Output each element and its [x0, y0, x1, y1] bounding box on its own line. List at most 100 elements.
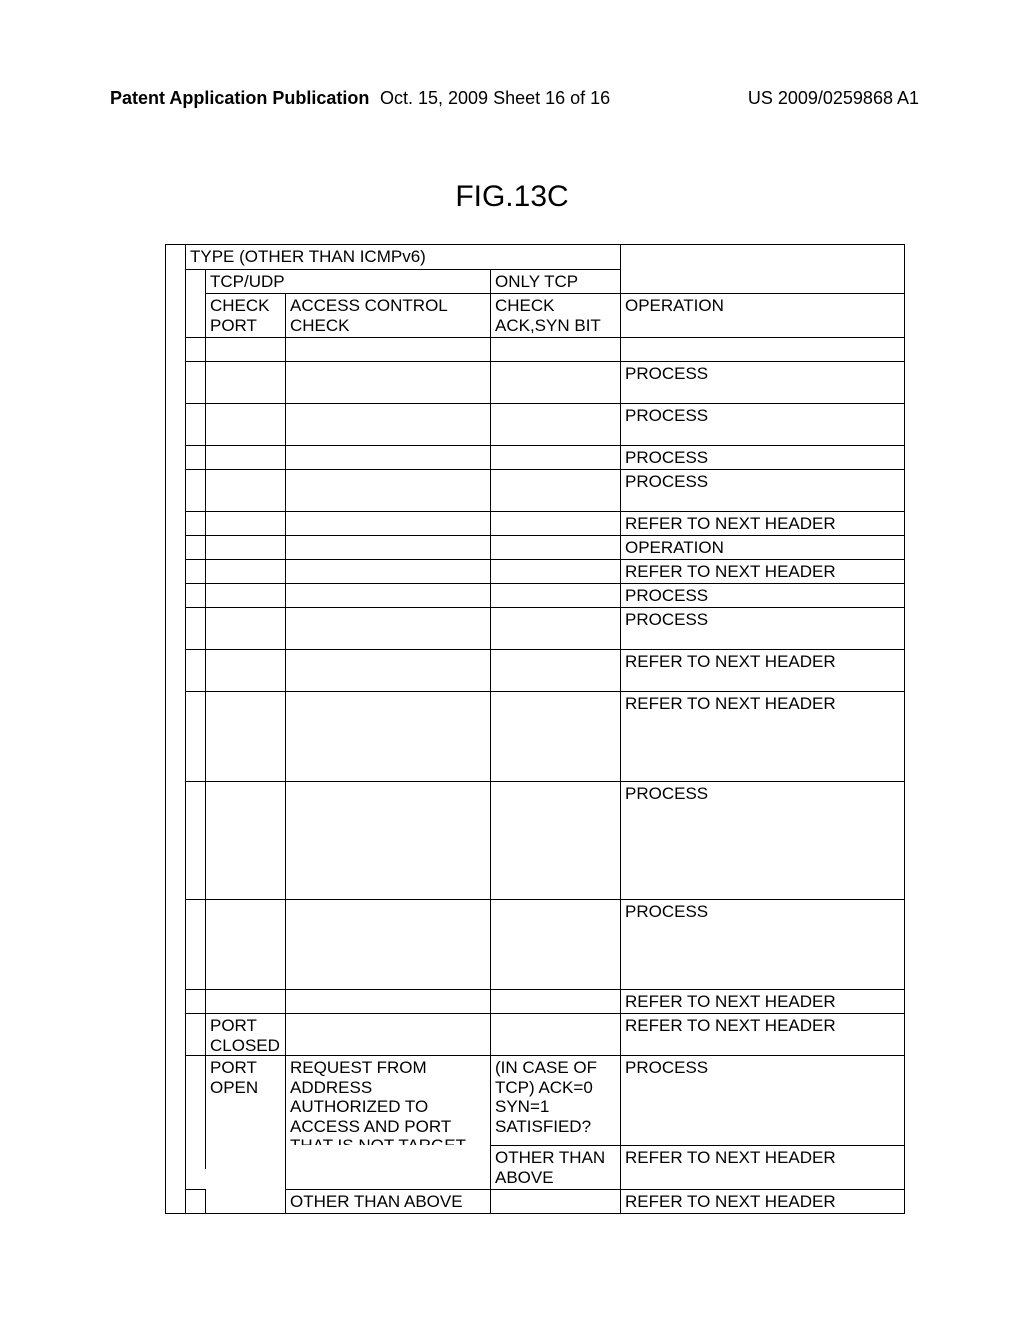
- table-cell: [285, 337, 490, 361]
- table-cell: [185, 445, 205, 469]
- table-cell: [285, 559, 490, 583]
- table-header: OPERATION: [620, 293, 904, 337]
- table-cell: [285, 691, 490, 781]
- table-cell: PROCESS: [620, 1055, 904, 1145]
- figure-label: FIG.13C: [0, 180, 1024, 214]
- table-cell: [285, 445, 490, 469]
- table-cell: [285, 781, 490, 899]
- table-cell: [285, 649, 490, 691]
- table-cell: [185, 899, 205, 989]
- header-left: Patent Application Publication: [110, 88, 369, 109]
- table-cell: PROCESS: [620, 445, 904, 469]
- table-cell: [205, 337, 285, 361]
- table-cell: OPERATION: [620, 535, 904, 559]
- table-cell: [285, 361, 490, 403]
- table-cell: [285, 607, 490, 649]
- table-cell: [205, 649, 285, 691]
- table-cell: [185, 535, 205, 559]
- table-cell: [165, 269, 185, 294]
- table-cell: [285, 899, 490, 989]
- table-cell: [165, 691, 185, 781]
- table-cell: [205, 361, 285, 403]
- table-cell: [185, 649, 205, 691]
- table-cell: [490, 403, 620, 445]
- table-cell: REFER TO NEXT HEADER: [620, 649, 904, 691]
- table-cell: REFER TO NEXT HEADER: [620, 691, 904, 781]
- table-cell: REFER TO NEXT HEADER: [620, 1013, 904, 1055]
- table-cell: [165, 511, 185, 535]
- table-cell: [185, 293, 205, 337]
- table-cell: PROCESS: [620, 899, 904, 989]
- table-cell: [165, 293, 185, 337]
- table-cell: [185, 691, 205, 781]
- table-cell: PROCESS: [620, 469, 904, 511]
- table-cell: [490, 607, 620, 649]
- table-cell: [620, 245, 904, 269]
- table-cell: OTHER THAN ABOVE: [490, 1145, 620, 1189]
- table-cell: [205, 535, 285, 559]
- table-cell: [205, 691, 285, 781]
- table-cell: REFER TO NEXT HEADER: [620, 511, 904, 535]
- table-cell: PORT OPEN: [205, 1055, 285, 1169]
- table-cell: [285, 403, 490, 445]
- table-cell: PROCESS: [620, 361, 904, 403]
- table-header: TYPE (OTHER THAN ICMPv6): [185, 245, 620, 269]
- table-cell: [285, 1145, 490, 1189]
- table-cell: [165, 245, 185, 269]
- table-cell: PROCESS: [620, 403, 904, 445]
- table-cell: [205, 899, 285, 989]
- table-cell: [185, 469, 205, 511]
- table-cell: [490, 535, 620, 559]
- table-cell: OTHER THAN ABOVE: [285, 1189, 490, 1213]
- table-cell: [165, 583, 185, 607]
- table-cell: [185, 781, 205, 899]
- table-cell: (IN CASE OF TCP) ACK=0 SYN=1 SATISFIED?: [490, 1055, 620, 1145]
- table-cell: PROCESS: [620, 583, 904, 607]
- table-cell: [205, 511, 285, 535]
- table-cell: [165, 469, 185, 511]
- table-cell: [185, 583, 205, 607]
- table-cell: [205, 403, 285, 445]
- table-cell: [285, 989, 490, 1013]
- table-cell: [165, 403, 185, 445]
- table-cell: [165, 1055, 185, 1189]
- table-cell: [490, 583, 620, 607]
- table-header: ACCESS CONTROL CHECK: [285, 293, 490, 337]
- table-cell: [285, 1013, 490, 1055]
- table-cell: [165, 1189, 185, 1213]
- table-cell: [490, 691, 620, 781]
- table-cell: [185, 559, 205, 583]
- table-cell: [165, 559, 185, 583]
- table-cell: [165, 989, 185, 1013]
- figure-table: TYPE (OTHER THAN ICMPv6) TCP/UDP ONLY TC…: [165, 244, 905, 1214]
- table-cell: [165, 607, 185, 649]
- table-header: CHECK ACK,SYN BIT: [490, 293, 620, 337]
- table-cell: [185, 1013, 205, 1055]
- table-cell: [185, 337, 205, 361]
- header-right: US 2009/0259868 A1: [748, 88, 919, 109]
- table-cell: [490, 445, 620, 469]
- table-cell: [205, 559, 285, 583]
- table-cell: [285, 583, 490, 607]
- table-cell: [620, 337, 904, 361]
- table-cell: [205, 469, 285, 511]
- table-cell: [285, 535, 490, 559]
- table-cell: [185, 607, 205, 649]
- table-cell: [185, 1189, 205, 1213]
- table-cell: REFER TO NEXT HEADER: [620, 559, 904, 583]
- table-cell: PORT CLOSED: [205, 1013, 285, 1055]
- table-cell: [165, 1013, 185, 1055]
- table-cell: [285, 469, 490, 511]
- table-cell: [165, 899, 185, 989]
- table-cell: [185, 269, 205, 294]
- page-header: Patent Application Publication Oct. 15, …: [0, 88, 1024, 109]
- table-cell: [185, 989, 205, 1013]
- table-cell: [490, 1189, 620, 1213]
- table-cell: [490, 559, 620, 583]
- table-cell: [490, 781, 620, 899]
- table-cell: [620, 269, 904, 294]
- table-cell: [205, 781, 285, 899]
- table-cell: [490, 899, 620, 989]
- table-cell: [205, 445, 285, 469]
- table-cell: [165, 781, 185, 899]
